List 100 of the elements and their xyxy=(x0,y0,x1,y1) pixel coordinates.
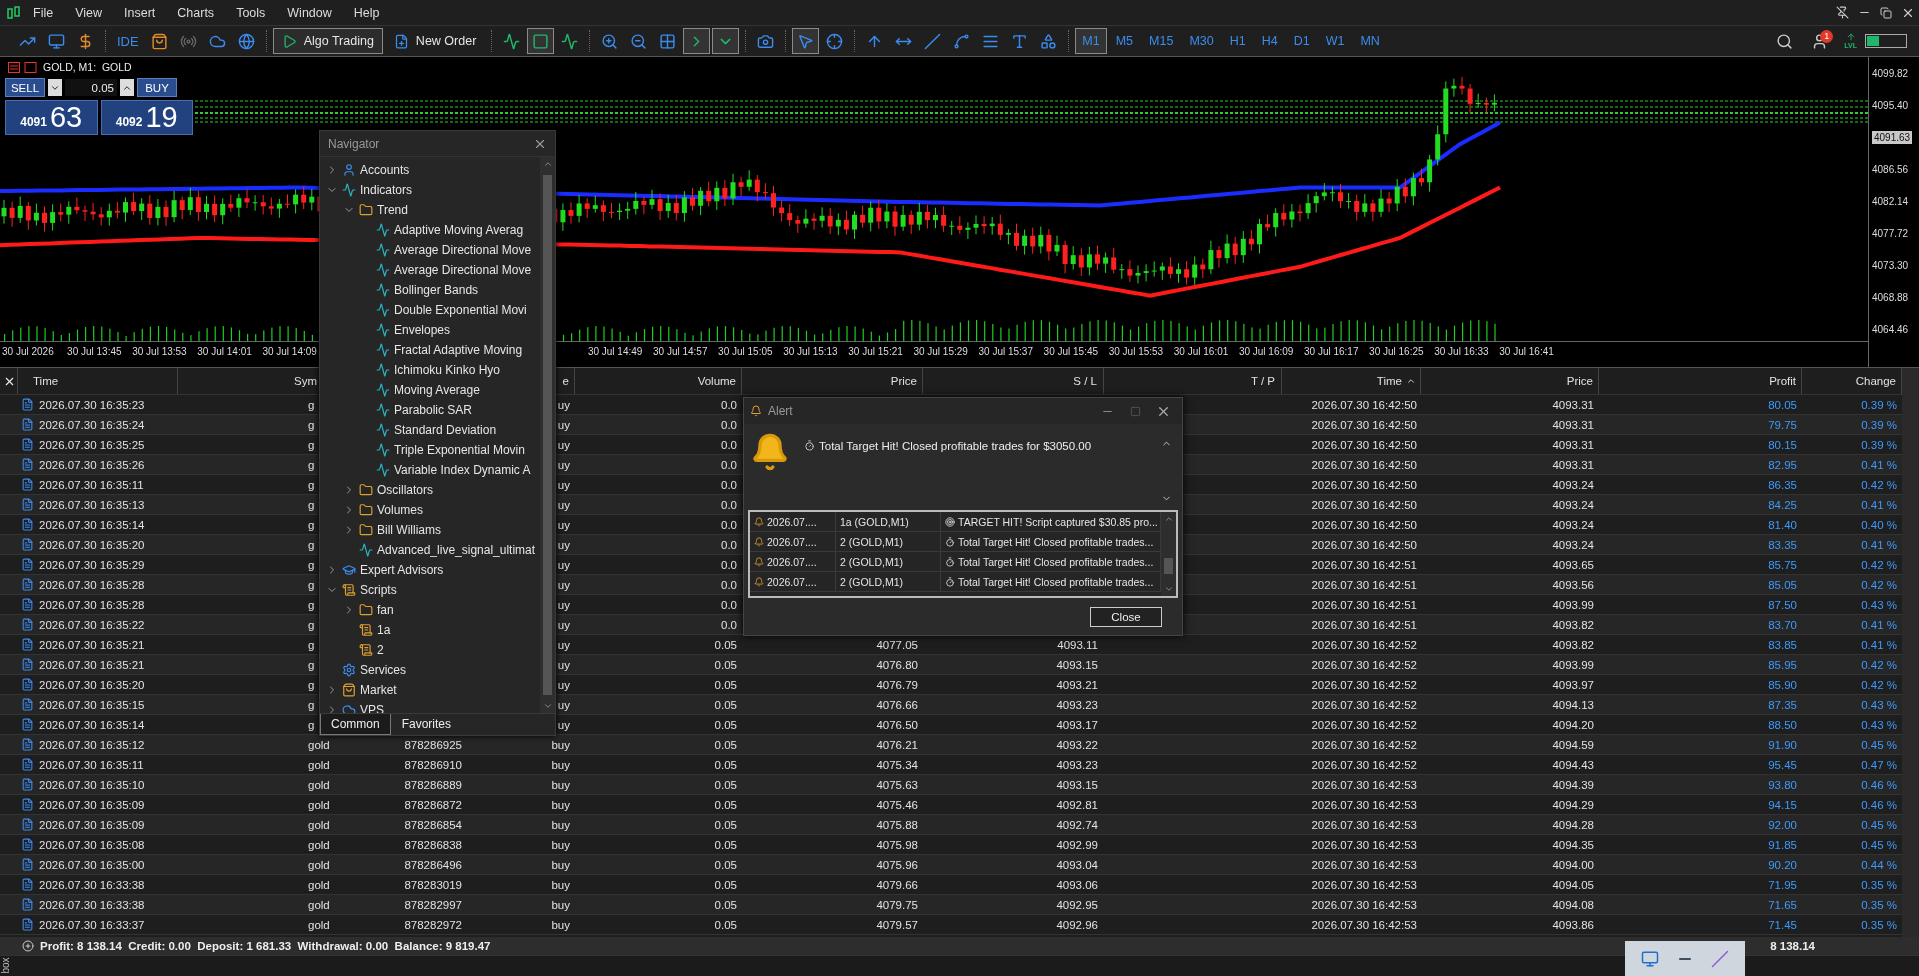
toolbox-tab[interactable]: box xyxy=(0,957,11,974)
navigator-item[interactable]: Standard Deviation xyxy=(394,423,497,437)
navigator-item[interactable]: Moving Average xyxy=(394,383,480,397)
table-cell: 2026.07.30 16:42:51 xyxy=(1311,558,1417,571)
navigator-item[interactable]: Fractal Adaptive Moving xyxy=(394,343,523,357)
table-row[interactable]: 2026.07.30 16:35:00 gold 878286496 buy 0.05 4075.96 4093.04 2026.07.30 16:42:53 4094.00 90.20 0.44 % xyxy=(0,855,1902,875)
menu-item[interactable]: Window xyxy=(276,5,343,20)
algo-trading-button[interactable]: Algo Trading xyxy=(272,28,383,54)
navigator-item[interactable]: Expert Advisors xyxy=(360,563,444,577)
navigator-item[interactable]: Advanced_live_signal_ultimat xyxy=(377,543,536,557)
table-cell: 4079.66 xyxy=(876,878,918,891)
column-header[interactable]: Profit xyxy=(1769,375,1796,387)
navigator-item[interactable]: Volumes xyxy=(377,503,424,517)
chart-menu-icon[interactable] xyxy=(8,61,38,73)
timeframe-button[interactable]: W1 xyxy=(1318,28,1352,54)
timeframe-button[interactable]: M1 xyxy=(1075,28,1107,54)
column-header[interactable]: Change xyxy=(1855,375,1896,387)
table-row[interactable]: 2026.07.30 16:35:08 gold 878286838 buy 0.05 4075.98 4092.99 2026.07.30 16:42:53 4094.35 91.85 0.45 % xyxy=(0,835,1902,855)
table-cell: 4093.11 xyxy=(1057,638,1098,651)
scrollbar[interactable] xyxy=(1161,512,1176,596)
channel-icon xyxy=(953,32,971,50)
navigator-item[interactable]: Bollinger Bands xyxy=(394,283,479,297)
volume-field[interactable]: 0.05 xyxy=(65,79,117,96)
navigator-item[interactable]: Services xyxy=(360,663,406,677)
navigator-item[interactable]: Variable Index Dynamic A xyxy=(394,463,531,477)
table-row[interactable]: 2026.07.30 16:33:38 gold 878282997 buy 0.05 4079.75 4092.95 2026.07.30 16:42:53 4094.08 71.65 0.35 % xyxy=(0,895,1902,915)
navigator-item[interactable]: Average Directional Move xyxy=(394,243,532,257)
scroll-down-icon[interactable] xyxy=(542,701,553,711)
navigator-item[interactable]: Double Exponential Movi xyxy=(394,303,527,317)
navigator-item[interactable]: 1a xyxy=(377,623,391,637)
sell-button[interactable]: SELL xyxy=(5,78,45,97)
table-cell: 4092.95 xyxy=(1056,898,1098,911)
column-header[interactable]: Time xyxy=(1376,375,1402,387)
navigator-item[interactable]: Market xyxy=(360,683,397,697)
table-cell: 2026.07.30 16:33:38 xyxy=(39,878,145,891)
table-row[interactable]: 2026.07.30 16:35:10 gold 878286889 buy 0.05 4075.63 4093.15 2026.07.30 16:42:53 4094.39 93.80 0.46 % xyxy=(0,775,1902,795)
column-header[interactable]: Sym xyxy=(294,375,317,387)
expand-icon[interactable] xyxy=(22,940,34,952)
menu-item[interactable]: Help xyxy=(342,5,391,20)
timeframe-button[interactable]: H1 xyxy=(1222,28,1253,54)
navigator-item[interactable]: Oscillators xyxy=(377,483,433,497)
menu-item[interactable]: Tools xyxy=(225,5,277,20)
navigator-item[interactable]: Bill Williams xyxy=(377,523,441,537)
menu-item[interactable]: Insert xyxy=(113,5,167,20)
table-cell: g xyxy=(308,658,315,671)
table-cell: 0.41 % xyxy=(1861,538,1897,551)
timeframe-button[interactable]: MN xyxy=(1353,28,1387,54)
navigator-item[interactable]: 2 xyxy=(377,643,384,657)
navigator-item[interactable]: Trend xyxy=(377,203,408,217)
bid-price-button[interactable]: 4091 63 xyxy=(5,100,98,135)
table-row[interactable]: 2026.07.30 16:35:09 gold 878286854 buy 0.05 4075.88 4092.74 2026.07.30 16:42:53 4094.28 92.00 0.45 % xyxy=(0,815,1902,835)
column-header[interactable]: Price xyxy=(1566,375,1593,387)
column-header[interactable]: S / L xyxy=(1073,375,1097,387)
scrollbar[interactable] xyxy=(540,157,555,713)
navigator-item[interactable]: Scripts xyxy=(360,583,397,597)
table-row[interactable]: 2026.07.30 16:33:38 gold 878283019 buy 0.05 4079.66 4093.06 2026.07.30 16:42:53 4094.05 71.95 0.35 % xyxy=(0,875,1902,895)
timeframe-button[interactable]: D1 xyxy=(1286,28,1317,54)
scroll-up-icon[interactable] xyxy=(542,159,553,169)
buy-button[interactable]: BUY xyxy=(137,78,177,97)
cursor-button[interactable] xyxy=(792,28,820,54)
scroll-down-icon[interactable] xyxy=(1163,584,1174,594)
column-header[interactable]: Price xyxy=(890,375,917,387)
search-icon[interactable] xyxy=(1776,32,1794,50)
navigator-item[interactable]: Parabolic SAR xyxy=(394,403,473,417)
table-row[interactable]: 2026.07.30 16:35:12 gold 878286925 buy 0.05 4076.21 4093.22 2026.07.30 16:42:52 4094.59 91.90 0.45 % xyxy=(0,735,1902,755)
column-header[interactable]: T / P xyxy=(1250,375,1275,387)
column-header[interactable]: Volume xyxy=(697,375,736,387)
scroll-thumb[interactable] xyxy=(543,175,552,695)
new-order-button[interactable]: New Order xyxy=(384,28,486,54)
navigator-item[interactable]: fan xyxy=(377,603,394,617)
navigator-item[interactable]: Accounts xyxy=(360,163,410,177)
scroll-thumb[interactable] xyxy=(1164,558,1173,574)
ask-price-button[interactable]: 4092 19 xyxy=(100,100,193,135)
navigator-item[interactable]: Envelopes xyxy=(394,323,451,337)
scrollbar[interactable] xyxy=(1902,368,1919,937)
monitor-icon[interactable] xyxy=(1641,949,1660,968)
column-header[interactable]: e xyxy=(562,375,569,387)
navigator-item[interactable]: Triple Exponential Movin xyxy=(394,443,525,457)
timeframe-button[interactable]: M30 xyxy=(1182,28,1221,54)
menu-item[interactable]: View xyxy=(64,5,114,20)
ide-button[interactable]: IDE xyxy=(112,28,144,54)
menu-item[interactable]: Charts xyxy=(166,5,226,20)
timeframe-button[interactable]: H4 xyxy=(1254,28,1285,54)
scroll-up-icon[interactable] xyxy=(1163,514,1174,524)
column-header[interactable]: Time xyxy=(33,375,59,387)
navigator-item[interactable]: Average Directional Move xyxy=(394,263,532,277)
navigator-item[interactable]: Indicators xyxy=(360,183,413,197)
table-row[interactable]: 2026.07.30 16:35:09 gold 878286872 buy 0.05 4075.46 4092.81 2026.07.30 16:42:53 4094.29 94.15 0.46 % xyxy=(0,795,1902,815)
timeframe-button[interactable]: M15 xyxy=(1142,28,1181,54)
navigator-item[interactable]: Ichimoku Kinko Hyo xyxy=(394,363,501,377)
navigator-item[interactable]: Adaptive Moving Averag xyxy=(394,223,524,237)
timeframe-button[interactable]: M5 xyxy=(1108,28,1141,54)
close-button[interactable]: Close xyxy=(1090,606,1162,627)
unpin-icon[interactable] xyxy=(1835,6,1849,19)
menu-item[interactable]: File xyxy=(22,5,65,20)
table-row[interactable]: 2026.07.30 16:33:37 gold 878282972 buy 0.05 4079.57 4092.96 2026.07.30 16:42:53 4093.86 71.45 0.35 % xyxy=(0,915,1902,935)
table-cell: 0.05 xyxy=(714,838,737,851)
table-row[interactable]: 2026.07.30 16:35:11 gold 878286910 buy 0.05 4075.34 4093.23 2026.07.30 16:42:52 4094.43 95.45 0.47 % xyxy=(0,755,1902,775)
navigator-tab[interactable]: Common xyxy=(320,714,391,735)
restore-icon[interactable] xyxy=(1880,6,1892,19)
